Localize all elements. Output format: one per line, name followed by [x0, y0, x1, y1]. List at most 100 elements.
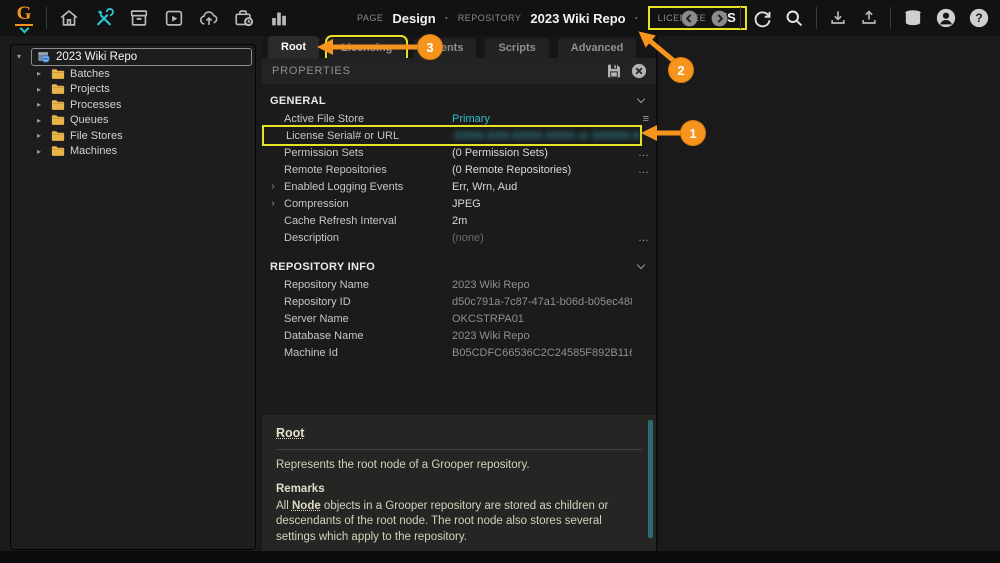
- tree-item-processes[interactable]: ▸ Processes: [11, 97, 255, 113]
- property-name: License Serial# or URL: [286, 130, 454, 142]
- property-row-active-file-store[interactable]: Active File Store Primary ≡: [262, 110, 656, 127]
- home-icon[interactable]: [58, 7, 80, 29]
- property-row-repository-id[interactable]: Repository ID d50c791a-7c87-47a1-b06d-b0…: [262, 293, 656, 310]
- property-value[interactable]: (none): [452, 232, 632, 244]
- property-row-cache-refresh-interval[interactable]: Cache Refresh Interval 2m: [262, 212, 656, 229]
- property-row-machine-id[interactable]: Machine Id B05CDFC66536C2C24585F892B1169…: [262, 344, 656, 361]
- search-icon[interactable]: [784, 8, 805, 29]
- close-icon[interactable]: [630, 62, 648, 80]
- tree-collapsed-icon[interactable]: ▸: [37, 116, 46, 125]
- property-name: Cache Refresh Interval: [284, 215, 452, 227]
- section-title: GENERAL: [270, 95, 326, 107]
- property-row-remote-repositories[interactable]: Remote Repositories (0 Remote Repositori…: [262, 161, 656, 178]
- tree-root-label: 2023 Wiki Repo: [56, 51, 137, 63]
- property-value[interactable]: Primary: [452, 113, 632, 125]
- property-value[interactable]: 2m: [452, 215, 632, 227]
- help-scrollbar-thumb[interactable]: [648, 420, 653, 538]
- property-value[interactable]: Err, Wrn, Aud: [452, 181, 632, 193]
- refresh-icon[interactable]: [752, 8, 773, 29]
- property-value[interactable]: (0 Permission Sets): [452, 147, 632, 159]
- tree-item-projects[interactable]: ▸ Projects: [11, 82, 255, 98]
- tree-item-queues[interactable]: ▸ Queues: [11, 113, 255, 129]
- user-icon[interactable]: [935, 7, 957, 29]
- grooper-window: G: [0, 0, 1000, 563]
- save-icon[interactable]: [605, 62, 623, 80]
- tree-item-label: Batches: [70, 68, 110, 80]
- menu-icon[interactable]: ≡: [643, 110, 649, 127]
- property-value-redacted[interactable]: XXXX-XXX-XXXX-XXXX or XXXXX-XXXXXX: [454, 130, 640, 142]
- ellipsis-button[interactable]: …: [638, 229, 649, 246]
- tree-collapsed-icon[interactable]: ▸: [37, 147, 46, 156]
- property-row-compression[interactable]: › Compression JPEG: [262, 195, 656, 212]
- chevron-down-icon[interactable]: [637, 95, 645, 103]
- import-cloud-icon[interactable]: [198, 7, 220, 29]
- design-tools-icon[interactable]: [93, 7, 115, 29]
- tree-collapsed-icon[interactable]: ▸: [37, 69, 46, 78]
- folder-icon: [51, 83, 65, 95]
- help-description: Represents the root node of a Grooper re…: [276, 458, 642, 474]
- expander-icon[interactable]: ›: [262, 181, 284, 192]
- callout-badge-2: 2: [668, 57, 694, 83]
- property-row-database-name[interactable]: Database Name 2023 Wiki Repo: [262, 327, 656, 344]
- section-header-repository-info[interactable]: REPOSITORY INFO: [262, 258, 656, 276]
- properties-title: PROPERTIES: [272, 65, 598, 77]
- tab-scripts[interactable]: Scripts: [485, 38, 548, 58]
- forward-icon[interactable]: [710, 9, 729, 28]
- folder-icon: [51, 68, 65, 80]
- repository-node-icon: [37, 50, 51, 64]
- context-separator: ·: [445, 11, 449, 25]
- tree-root-node-selected[interactable]: 2023 Wiki Repo: [31, 48, 252, 66]
- grooper-logo[interactable]: G: [12, 4, 36, 32]
- window-toolbar-icons: ?: [680, 0, 990, 36]
- tree-item-label: Projects: [70, 83, 110, 95]
- upload-icon[interactable]: [859, 8, 879, 28]
- batch-process-icon[interactable]: [163, 7, 185, 29]
- tree-collapsed-icon[interactable]: ▸: [37, 85, 46, 94]
- context-separator: ·: [635, 11, 639, 25]
- tab-root[interactable]: Root: [268, 36, 319, 58]
- folder-icon: [51, 99, 65, 111]
- tree-item-machines[interactable]: ▸ Machines: [11, 144, 255, 160]
- tree-collapsed-icon[interactable]: ▸: [37, 131, 46, 140]
- svg-text:?: ?: [975, 11, 982, 25]
- section-header-general[interactable]: GENERAL: [262, 92, 656, 110]
- help-icon[interactable]: ?: [968, 7, 990, 29]
- download-icon[interactable]: [828, 8, 848, 28]
- back-icon[interactable]: [680, 9, 699, 28]
- property-row-permission-sets[interactable]: Permission Sets (0 Permission Sets) …: [262, 144, 656, 161]
- tab-licensing[interactable]: Licensing: [328, 38, 405, 58]
- callout-badge-1: 1: [680, 120, 706, 146]
- expander-icon[interactable]: ›: [262, 198, 284, 209]
- ellipsis-button[interactable]: …: [638, 161, 649, 178]
- repository-database-icon[interactable]: [902, 7, 924, 29]
- tree-root-row[interactable]: ▾ 2023 Wiki Repo: [11, 47, 255, 66]
- node-link[interactable]: Node: [292, 500, 321, 512]
- property-row-repository-name[interactable]: Repository Name 2023 Wiki Repo: [262, 276, 656, 293]
- stats-icon[interactable]: [268, 7, 290, 29]
- help-divider: [276, 449, 642, 450]
- property-name: Repository ID: [284, 296, 452, 308]
- property-value[interactable]: JPEG: [452, 198, 632, 210]
- property-row-server-name[interactable]: Server Name OKCSTRPA01: [262, 310, 656, 327]
- property-row-enabled-logging-events[interactable]: › Enabled Logging Events Err, Wrn, Aud: [262, 178, 656, 195]
- property-value: OKCSTRPA01: [452, 313, 632, 325]
- property-row-description[interactable]: Description (none) …: [262, 229, 656, 246]
- property-row-license-serial[interactable]: License Serial# or URL XXXX-XXX-XXXX-XXX…: [264, 127, 640, 144]
- page-value[interactable]: Design: [392, 11, 435, 26]
- tree-collapsed-icon[interactable]: ▸: [37, 100, 46, 109]
- ellipsis-button[interactable]: …: [638, 144, 649, 161]
- help-remarks-text: All Node objects in a Grooper repository…: [276, 499, 642, 546]
- property-name: Repository Name: [284, 279, 452, 291]
- property-value: 2023 Wiki Repo: [452, 330, 632, 342]
- property-value: B05CDFC66536C2C24585F892B11699B...: [452, 347, 632, 359]
- batches-icon[interactable]: [128, 7, 150, 29]
- property-value[interactable]: (0 Remote Repositories): [452, 164, 632, 176]
- chevron-down-icon[interactable]: [637, 261, 645, 269]
- tree-item-file-stores[interactable]: ▸ File Stores: [11, 128, 255, 144]
- tree-expanded-icon[interactable]: ▾: [17, 52, 27, 61]
- tree-item-batches[interactable]: ▸ Batches: [11, 66, 255, 82]
- help-title-link[interactable]: Root: [276, 426, 304, 440]
- jobs-icon[interactable]: [233, 7, 255, 29]
- repository-value[interactable]: 2023 Wiki Repo: [530, 11, 625, 26]
- tab-advanced[interactable]: Advanced: [558, 38, 637, 58]
